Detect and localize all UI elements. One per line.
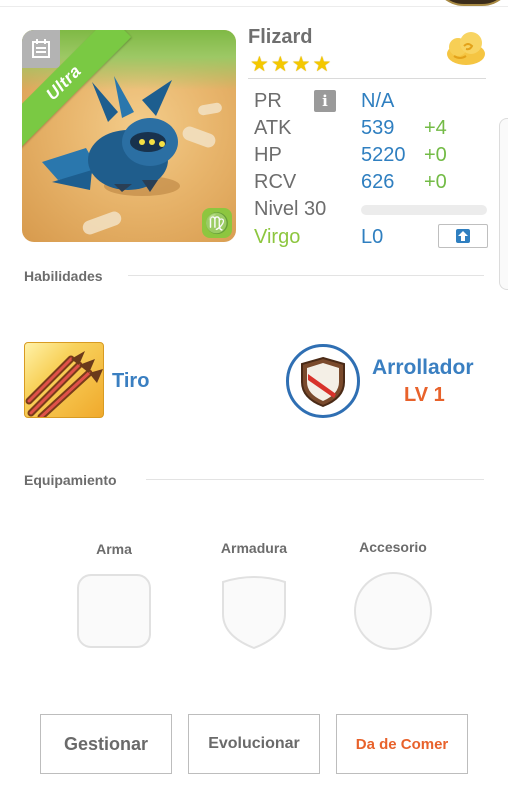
header-divider (248, 78, 486, 79)
skills-divider (128, 275, 484, 276)
accessory-label: Accesorio (359, 539, 427, 555)
level-label: Nivel 30 (254, 198, 327, 220)
sign-value: L0 (361, 226, 384, 248)
info-icon[interactable]: i (314, 90, 336, 112)
skill-name-arrollador[interactable]: Arrollador (372, 356, 474, 380)
skill-level: LV 1 (404, 384, 445, 406)
top-divider (0, 6, 508, 7)
monster-portrait[interactable]: Ultra ♍ (22, 30, 236, 242)
rcv-value: 626 (361, 171, 395, 193)
pr-label: PR (254, 90, 282, 112)
arrow-up-icon (456, 229, 470, 243)
star-icon: ★ (312, 53, 332, 76)
hp-bonus: +0 (424, 144, 447, 166)
skill-name-tiro[interactable]: Tiro (112, 370, 149, 393)
sign-label: Virgo (254, 226, 301, 248)
zodiac-virgo-icon: ♍ (202, 208, 232, 238)
element-cloud-icon[interactable] (444, 30, 488, 70)
monster-name: Flizard (248, 26, 313, 48)
manage-button[interactable]: Gestionar (40, 714, 172, 774)
star-rating: ★ ★ ★ ★ (250, 54, 331, 75)
feed-button[interactable]: Da de Comer (336, 714, 468, 774)
skills-section-title: Habilidades (24, 268, 103, 284)
upgrade-button[interactable] (438, 224, 488, 248)
pr-value: N/A (361, 90, 395, 112)
armor-slot[interactable] (217, 574, 291, 650)
star-icon: ★ (250, 53, 269, 76)
atk-label: ATK (254, 117, 292, 139)
triple-arrow-icon[interactable] (24, 342, 104, 418)
equipment-divider (146, 479, 484, 480)
level-progress-bar (361, 205, 487, 215)
side-scroll-handle[interactable] (499, 118, 508, 290)
rcv-label: RCV (254, 171, 297, 193)
evolve-button[interactable]: Evolucionar (188, 714, 320, 774)
hp-label: HP (254, 144, 282, 166)
atk-value: 539 (361, 117, 395, 139)
rcv-bonus: +0 (424, 171, 447, 193)
armor-label: Armadura (220, 540, 288, 556)
weapon-slot[interactable] (77, 574, 151, 648)
star-icon: ★ (291, 53, 311, 76)
hp-value: 5220 (361, 144, 406, 166)
shield-badge-icon[interactable] (286, 344, 360, 418)
star-icon: ★ (270, 53, 290, 76)
equipment-section-title: Equipamiento (24, 472, 117, 488)
details-icon[interactable] (22, 30, 60, 68)
atk-bonus: +4 (424, 117, 447, 139)
accessory-slot[interactable] (354, 572, 432, 650)
weapon-label: Arma (96, 541, 132, 557)
